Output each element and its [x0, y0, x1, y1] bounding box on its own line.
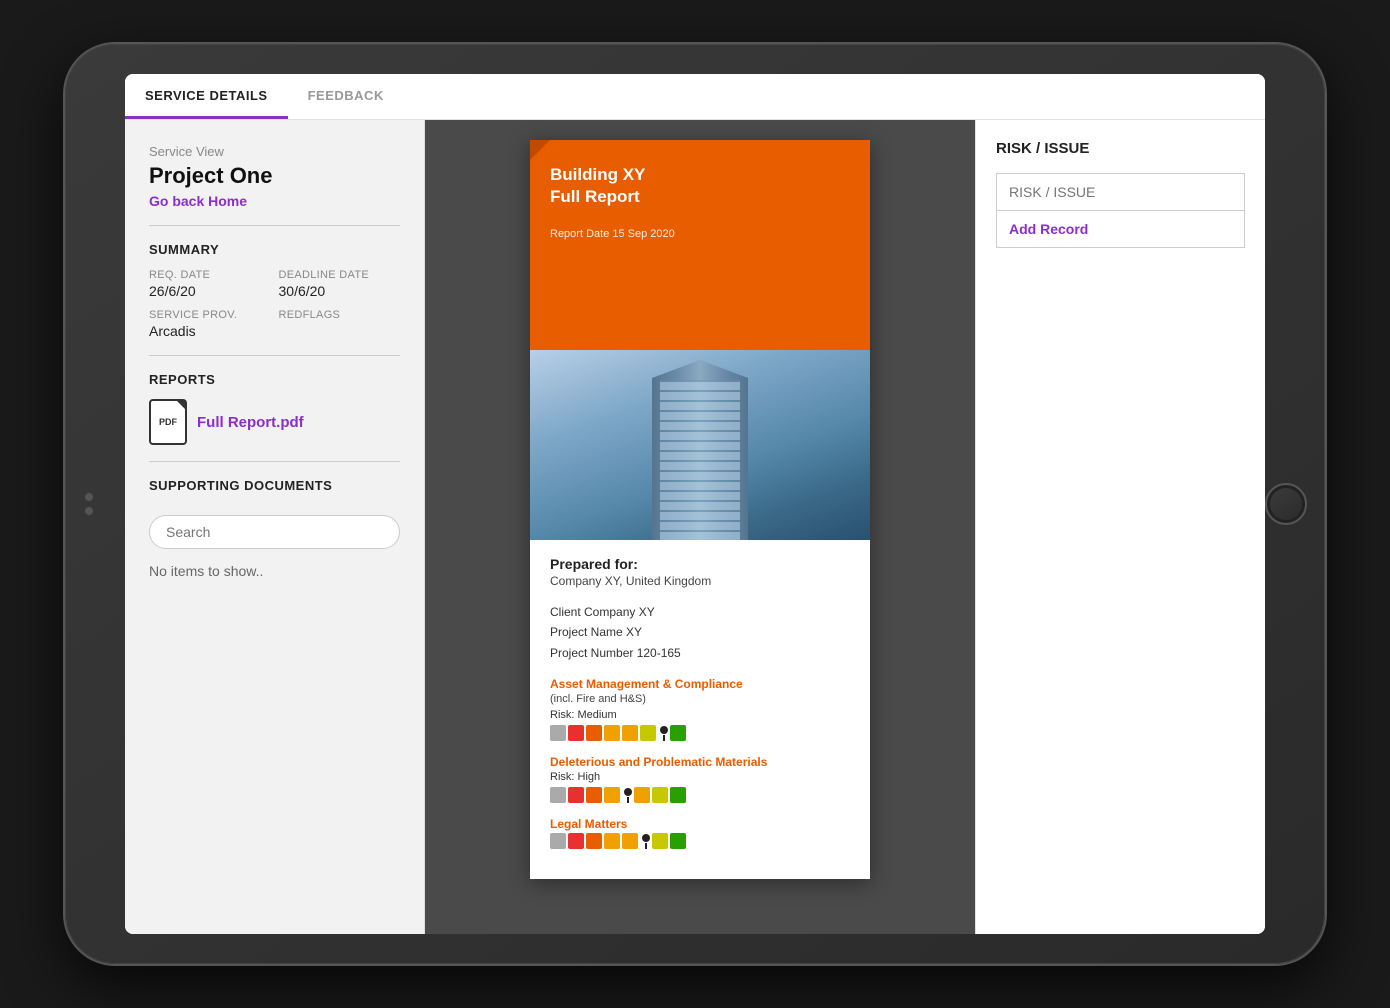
redflags-item: REDFLAGS — [279, 309, 401, 339]
risk-bar — [586, 833, 602, 849]
document-viewer[interactable]: Building XY Full Report Report Date 15 S… — [425, 120, 975, 934]
risk-bar — [670, 725, 686, 741]
risk-bar — [568, 725, 584, 741]
risk-bar — [652, 833, 668, 849]
pdf-filename[interactable]: Full Report.pdf — [197, 414, 304, 431]
search-input[interactable] — [149, 515, 400, 549]
building-glass — [660, 380, 740, 540]
ipad-home-button[interactable] — [1265, 483, 1307, 525]
risk-label-1: Asset Management & Compliance — [550, 677, 850, 691]
risk-issue-input[interactable] — [996, 173, 1245, 211]
supporting-docs-section: SUPPORTING DOCUMENTS No items to show.. — [149, 478, 400, 579]
risk-row-1: Asset Management & Compliance (incl. Fir… — [550, 677, 850, 741]
main-content: Service View Project One Go back Home SU… — [125, 120, 1265, 934]
camera-dot-1 — [85, 493, 93, 501]
project-title: Project One — [149, 163, 400, 189]
doc-cover-title: Building XY Full Report — [550, 164, 850, 208]
risk-bar — [586, 725, 602, 741]
doc-cover-fold — [530, 140, 550, 160]
add-record-button[interactable]: Add Record — [996, 211, 1245, 248]
tab-feedback[interactable]: FEEDBACK — [288, 74, 404, 119]
home-link[interactable]: Home — [208, 193, 247, 209]
risk-bar — [604, 725, 620, 741]
service-prov-label: SERVICE PROV. — [149, 309, 271, 321]
risk-bar — [550, 787, 566, 803]
risk-bar — [670, 833, 686, 849]
risk-row-3: Legal Matters — [550, 817, 850, 849]
deadline-value: 30/6/20 — [279, 283, 401, 299]
redflags-label: REDFLAGS — [279, 309, 401, 321]
risk-sublabel-1: (incl. Fire and H&S) — [550, 693, 850, 705]
req-date-label: REQ. DATE — [149, 269, 271, 281]
risk-bar — [586, 787, 602, 803]
risk-bar — [652, 787, 668, 803]
risk-indicator-3 — [642, 834, 650, 849]
sidebar: Service View Project One Go back Home SU… — [125, 120, 425, 934]
doc-body: Prepared for: Company XY, United Kingdom… — [530, 540, 870, 879]
go-back-row: Go back Home — [149, 193, 400, 209]
document-page: Building XY Full Report Report Date 15 S… — [530, 140, 870, 879]
risk-indicator-1 — [660, 726, 668, 741]
risk-bar — [622, 833, 638, 849]
risk-bars-3 — [550, 833, 850, 849]
risk-bar — [622, 725, 638, 741]
service-view-label: Service View — [149, 144, 400, 159]
camera-dot-2 — [85, 507, 93, 515]
risk-bars-2 — [550, 787, 850, 803]
pdf-icon: PDF — [149, 399, 187, 445]
summary-grid: REQ. DATE 26/6/20 DEADLINE DATE 30/6/20 … — [149, 269, 400, 339]
service-prov-item: SERVICE PROV. Arcadis — [149, 309, 271, 339]
service-prov-value: Arcadis — [149, 323, 271, 339]
client-info: Client Company XY Project Name XY Projec… — [550, 602, 850, 663]
reports-section: REPORTS PDF Full Report.pdf — [149, 372, 400, 445]
risk-label-3: Legal Matters — [550, 817, 850, 831]
risk-label-2: Deleterious and Problematic Materials — [550, 755, 850, 769]
doc-cover: Building XY Full Report Report Date 15 S… — [530, 140, 870, 350]
reports-section-title: REPORTS — [149, 372, 400, 387]
risk-row-2: Deleterious and Problematic Materials Ri… — [550, 755, 850, 803]
top-nav: SERVICE DETAILS FEEDBACK — [125, 74, 1265, 120]
risk-bar — [604, 787, 620, 803]
req-date-item: REQ. DATE 26/6/20 — [149, 269, 271, 299]
prepared-for-value: Company XY, United Kingdom — [550, 574, 850, 588]
deadline-label: DEADLINE DATE — [279, 269, 401, 281]
tab-service-details[interactable]: SERVICE DETAILS — [125, 74, 288, 119]
risk-bar — [640, 725, 656, 741]
risk-bar — [568, 833, 584, 849]
supporting-docs-title: SUPPORTING DOCUMENTS — [149, 478, 400, 493]
risk-bar — [550, 833, 566, 849]
right-panel: RISK / ISSUE Add Record — [975, 120, 1265, 934]
risk-bar — [670, 787, 686, 803]
divider-3 — [149, 461, 400, 462]
risk-indicator-2 — [624, 788, 632, 803]
go-back-text: Go back — [149, 193, 204, 209]
risk-bar — [634, 787, 650, 803]
summary-section-title: SUMMARY — [149, 242, 400, 257]
risk-bar — [604, 833, 620, 849]
ipad-shell: SERVICE DETAILS FEEDBACK Service View Pr… — [65, 44, 1325, 964]
risk-bar — [568, 787, 584, 803]
pdf-report-row[interactable]: PDF Full Report.pdf — [149, 399, 400, 445]
req-date-value: 26/6/20 — [149, 283, 271, 299]
no-items-text: No items to show.. — [149, 563, 400, 579]
prepared-for-label: Prepared for: — [550, 556, 850, 572]
ipad-screen: SERVICE DETAILS FEEDBACK Service View Pr… — [125, 74, 1265, 934]
risk-level-1: Risk: Medium — [550, 709, 850, 721]
deadline-item: DEADLINE DATE 30/6/20 — [279, 269, 401, 299]
risk-level-2: Risk: High — [550, 771, 850, 783]
risk-bars-1 — [550, 725, 850, 741]
risk-bar — [550, 725, 566, 741]
risk-issue-section-title: RISK / ISSUE — [996, 140, 1245, 157]
ipad-camera — [85, 493, 93, 515]
divider-2 — [149, 355, 400, 356]
building-image — [530, 350, 870, 540]
divider-1 — [149, 225, 400, 226]
doc-report-date: Report Date 15 Sep 2020 — [550, 228, 850, 240]
